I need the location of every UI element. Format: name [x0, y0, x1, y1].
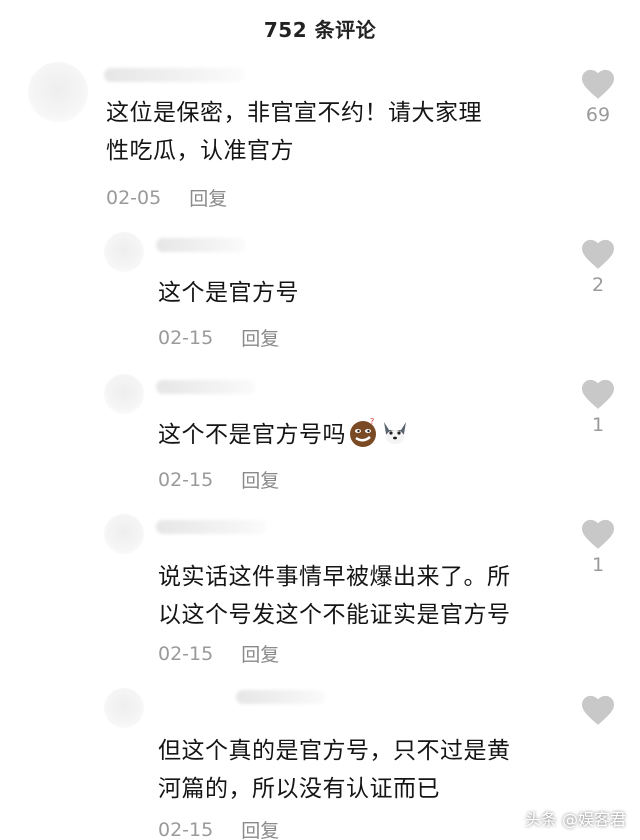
username-blurred[interactable]	[236, 690, 326, 704]
comment-meta: 02-15 回复	[158, 324, 279, 351]
like-button[interactable]: 1	[576, 518, 620, 576]
avatar[interactable]	[104, 232, 144, 272]
comments-header: 752 条评论	[0, 0, 640, 56]
reply-item: 这个是官方号 02-15 回复 2	[0, 228, 640, 358]
reply-item: 这个不是官方号吗? 02-15 回复 1	[0, 370, 640, 500]
comment-meta: 02-15 回复	[158, 640, 279, 667]
username-blurred[interactable]	[104, 68, 244, 82]
comment-text: 但这个真的是官方号，只不过是黄 河篇的，所以没有认证而已	[158, 738, 511, 802]
heart-icon	[582, 69, 614, 99]
like-count: 2	[591, 274, 605, 296]
comment-text: 这位是保密，非官宣不约！请大家理 性吃瓜，认准官方	[106, 100, 482, 164]
reply-button[interactable]: 回复	[241, 640, 279, 667]
like-count: 1	[591, 414, 605, 436]
reply-button[interactable]: 回复	[241, 816, 279, 840]
like-button[interactable]: 69	[576, 68, 620, 126]
comment-item: 这位是保密，非官宣不约！请大家理 性吃瓜，认准官方 02-05 回复 69	[0, 56, 640, 216]
like-count: 69	[585, 104, 611, 126]
heart-icon	[582, 519, 614, 549]
reply-button[interactable]: 回复	[189, 184, 227, 211]
comment-count-title: 752 条评论	[263, 17, 377, 42]
husky-emoji-icon	[384, 422, 406, 444]
comment-text: 这个是官方号	[158, 280, 299, 306]
comment-text: 说实话这件事情早被爆出来了。所 以这个号发这个不能证实是官方号	[158, 564, 511, 628]
like-button[interactable]: 1	[576, 378, 620, 436]
reply-button[interactable]: 回复	[241, 324, 279, 351]
comment-date: 02-15	[158, 818, 214, 840]
comment-date: 02-05	[106, 186, 162, 209]
comment-meta: 02-15 回复	[158, 466, 279, 493]
avatar[interactable]	[28, 62, 88, 122]
username-blurred[interactable]	[156, 520, 266, 534]
reply-item: 说实话这件事情早被爆出来了。所 以这个号发这个不能证实是官方号 02-15 回复…	[0, 510, 640, 680]
svg-text:?: ?	[370, 418, 375, 426]
heart-icon	[582, 239, 614, 269]
comment-text: 这个不是官方号吗?	[158, 416, 558, 454]
avatar[interactable]	[104, 688, 144, 728]
like-button[interactable]	[576, 694, 620, 730]
username-blurred[interactable]	[156, 238, 246, 252]
watermark: 头条 @娱客君	[524, 810, 626, 829]
comment-date: 02-15	[158, 642, 214, 665]
smirk-emoji-icon: ?	[350, 418, 376, 447]
username-blurred[interactable]	[156, 380, 256, 394]
comment-date: 02-15	[158, 326, 214, 349]
avatar[interactable]	[104, 514, 144, 554]
comment-meta: 02-05 回复	[106, 184, 227, 211]
heart-icon	[582, 379, 614, 409]
like-count: 1	[591, 554, 605, 576]
heart-icon	[582, 695, 614, 725]
like-button[interactable]: 2	[576, 238, 620, 296]
reply-button[interactable]: 回复	[241, 466, 279, 493]
comment-meta: 02-15 回复	[158, 816, 279, 840]
avatar[interactable]	[104, 374, 144, 414]
comment-date: 02-15	[158, 468, 214, 491]
